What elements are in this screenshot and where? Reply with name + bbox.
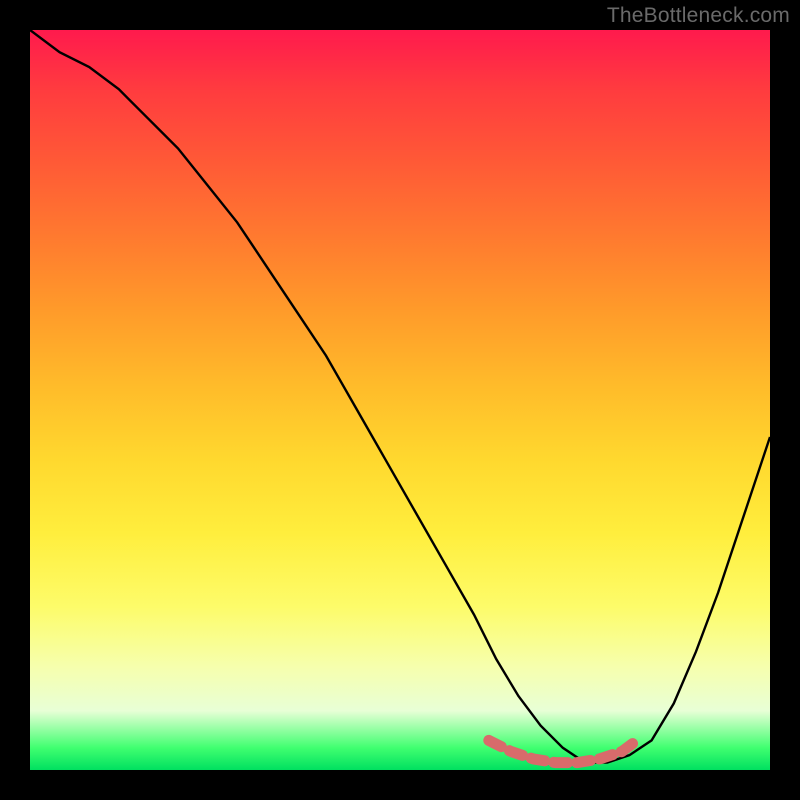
- chart-svg: [30, 30, 770, 770]
- watermark-text: TheBottleneck.com: [607, 4, 790, 28]
- bottleneck-curve: [30, 30, 770, 763]
- plot-area: [30, 30, 770, 770]
- curve-layer: [30, 30, 770, 763]
- highlight-band: [489, 740, 637, 762]
- chart-frame: TheBottleneck.com: [0, 0, 800, 800]
